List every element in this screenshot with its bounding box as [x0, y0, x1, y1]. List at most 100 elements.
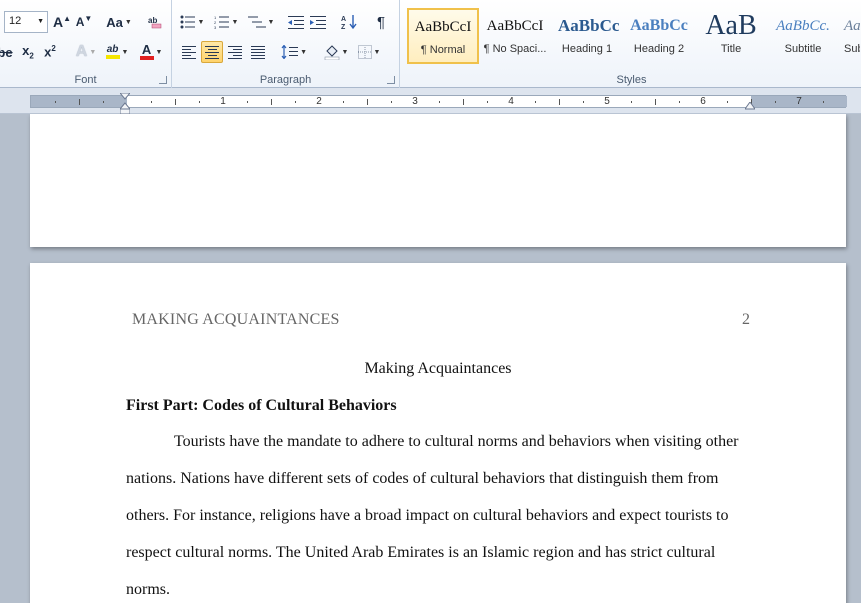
ruler-tick	[271, 99, 272, 105]
bullets-icon	[180, 15, 195, 29]
bullets-button[interactable]: ▼	[178, 11, 206, 33]
increase-indent-button[interactable]	[308, 11, 328, 33]
ruler-tick	[559, 99, 560, 105]
ruler-label: 5	[604, 96, 610, 107]
align-left-button[interactable]	[178, 41, 200, 63]
style-heading-2[interactable]: AaBbCc Heading 2	[623, 8, 695, 64]
clear-formatting-icon: ab	[148, 16, 162, 29]
ruler-tick	[439, 101, 440, 103]
paragraph-line[interactable]: nations. Nations have different sets of …	[126, 470, 718, 488]
change-case-button[interactable]: Aa ▼	[104, 11, 134, 33]
decrease-indent-button[interactable]	[286, 11, 306, 33]
right-indent-marker[interactable]	[745, 102, 755, 110]
paragraph-line[interactable]: respect cultural norms. The United Arab …	[126, 544, 715, 562]
sort-icon: AZ	[341, 15, 357, 30]
style-normal[interactable]: AaBbCcI ¶ Normal	[407, 8, 479, 64]
highlight-button[interactable]: ab ▼	[102, 41, 132, 63]
numbering-icon: 123	[214, 15, 229, 29]
font-color-button[interactable]: A ▼	[136, 41, 166, 63]
shading-button[interactable]: ▼	[322, 41, 350, 63]
superscript-button[interactable]: x2	[40, 41, 60, 63]
style-subtle-emphasis[interactable]: Aa Sub	[839, 8, 861, 64]
shrink-font-button[interactable]: A ▼	[74, 11, 94, 33]
ruler-tick	[343, 101, 344, 103]
subscript-icon: x2	[22, 43, 34, 61]
line-spacing-icon	[281, 45, 299, 59]
horizontal-ruler[interactable]: 1 2 3 4 5 6 7	[30, 95, 847, 108]
subscript-button[interactable]: x2	[18, 41, 38, 63]
multilevel-list-button[interactable]: ▼	[246, 11, 276, 33]
paragraph-line[interactable]: others. For instance, religions have a b…	[126, 507, 729, 525]
chevron-down-icon: ▼	[373, 48, 381, 56]
styles-group-label: Styles	[616, 74, 647, 86]
highlighter-icon: ab	[105, 45, 120, 59]
highlight-color-swatch	[105, 55, 120, 59]
pilcrow-icon: ¶	[376, 13, 386, 31]
chevron-down-icon: ▼	[341, 48, 349, 56]
document-title[interactable]: Making Acquaintances	[30, 360, 846, 378]
chevron-down-icon: ▼	[155, 48, 163, 56]
ruler-tick	[175, 99, 176, 105]
running-head[interactable]: MAKING ACQUAINTANCES	[132, 311, 340, 329]
font-color-swatch	[139, 56, 154, 60]
chevron-down-icon: ▼	[89, 48, 97, 56]
first-line-indent-marker[interactable]	[120, 93, 130, 115]
ruler-tick	[103, 101, 104, 103]
section-heading[interactable]: First Part: Codes of Cultural Behaviors	[126, 397, 397, 415]
line-spacing-button[interactable]: ▼	[280, 41, 308, 63]
svg-text:Z: Z	[341, 24, 346, 30]
ruler-tick	[655, 99, 656, 105]
style-no-spacing[interactable]: AaBbCcI ¶ No Spaci...	[479, 8, 551, 64]
page-2[interactable]: MAKING ACQUAINTANCES 2 Making Acquaintan…	[30, 263, 846, 603]
ruler-tick	[295, 101, 296, 103]
text-effects-icon: A	[75, 43, 88, 60]
font-dialog-launcher[interactable]	[159, 76, 167, 84]
font-color-icon: A	[139, 43, 154, 60]
ruler-tick	[391, 101, 392, 103]
ruler-label: 1	[220, 96, 226, 107]
ruler-tick	[535, 101, 536, 103]
ruler-tick	[151, 101, 152, 103]
justify-icon	[251, 45, 265, 59]
ruler-tick	[583, 101, 584, 103]
ruler-tick	[631, 101, 632, 103]
document-area[interactable]: MAKING ACQUAINTANCES 2 Making Acquaintan…	[0, 114, 861, 603]
paragraph-line[interactable]: norms.	[126, 581, 170, 599]
paragraph-dialog-launcher[interactable]	[387, 76, 395, 84]
chevron-down-icon: ▼	[37, 18, 44, 25]
justify-button[interactable]	[247, 41, 269, 63]
style-title[interactable]: AaB Title	[695, 8, 767, 64]
align-center-button[interactable]	[201, 41, 223, 63]
shrink-arrow-icon: ▼	[84, 13, 93, 23]
style-subtitle[interactable]: AaBbCc. Subtitle	[767, 8, 839, 64]
numbering-button[interactable]: 1 2 3 ▼	[212, 11, 240, 33]
ruler-tick	[679, 101, 680, 103]
grow-arrow-icon: ▲	[63, 13, 72, 23]
ruler-tick	[199, 101, 200, 103]
font-size-value: 12	[9, 15, 22, 27]
paragraph-line[interactable]: Tourists have the mandate to adhere to c…	[174, 433, 739, 451]
font-group-label: Font	[74, 74, 97, 86]
show-marks-button[interactable]: ¶	[370, 11, 392, 33]
grow-font-button[interactable]: A ▲	[52, 11, 72, 33]
multilevel-list-icon	[247, 16, 266, 28]
style-heading-1[interactable]: AaBbCc Heading 1	[551, 8, 623, 64]
align-left-icon	[182, 45, 196, 59]
chevron-down-icon: ▼	[121, 48, 129, 56]
paragraph-group-label: Paragraph	[259, 74, 312, 86]
chevron-down-icon: ▼	[197, 18, 205, 26]
font-size-box[interactable]: 12 ▼	[4, 11, 48, 33]
ruler-tick	[55, 101, 56, 103]
clear-formatting-button[interactable]: ab	[144, 11, 166, 33]
page-1-bottom[interactable]	[30, 114, 846, 247]
strikethrough-icon: be	[0, 44, 13, 60]
page-number[interactable]: 2	[742, 311, 750, 329]
chevron-down-icon: ▼	[231, 18, 239, 26]
borders-button[interactable]: ▼	[354, 41, 384, 63]
text-effects-button[interactable]: A ▼	[72, 41, 100, 63]
ruler-tick	[775, 101, 776, 103]
strikethrough-button[interactable]: be	[0, 41, 14, 63]
sort-button[interactable]: AZ	[338, 11, 360, 33]
ribbon: 12 ▼ A ▲ A ▼ Aa ▼ ab be x2 x2 A ▼ ab ▼ A…	[0, 0, 861, 88]
align-right-button[interactable]	[224, 41, 246, 63]
